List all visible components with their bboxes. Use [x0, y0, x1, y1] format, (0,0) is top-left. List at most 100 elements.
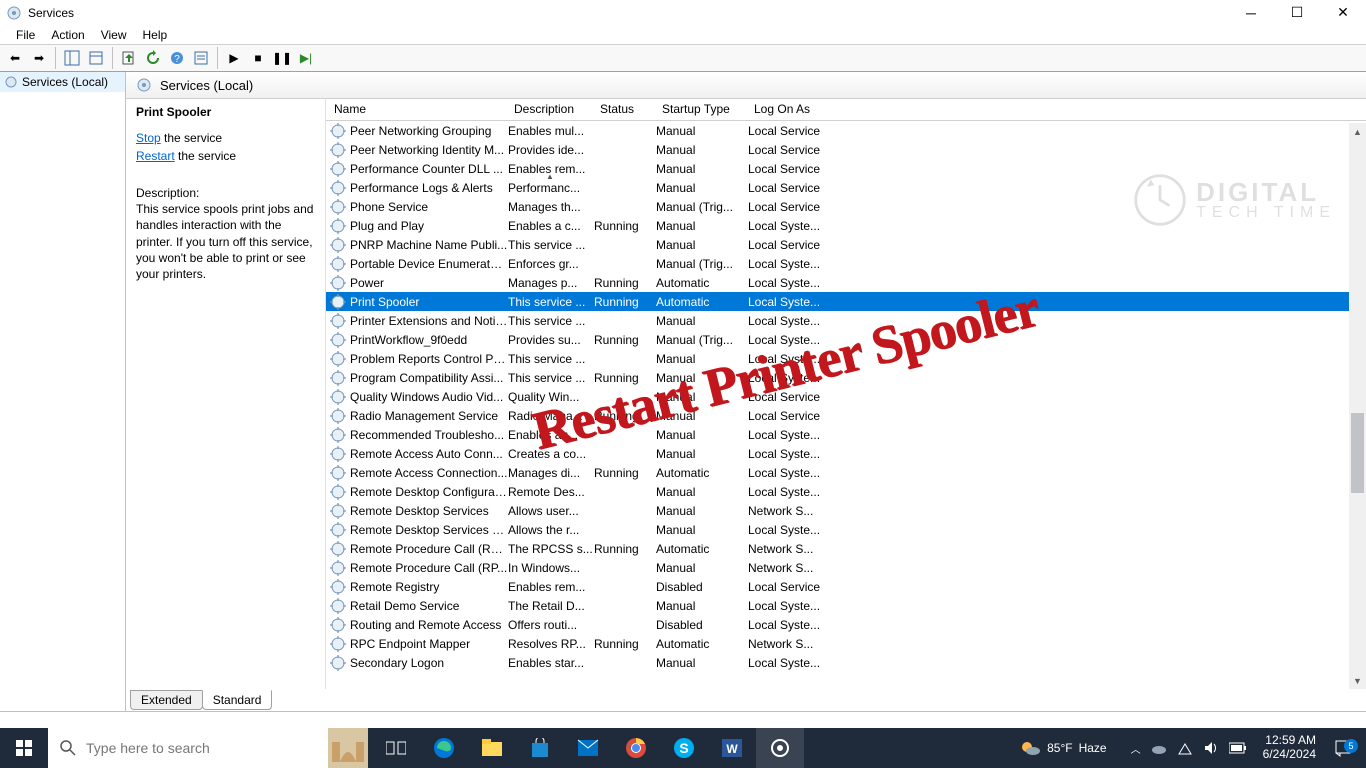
- cell-logon: Local Service: [748, 409, 823, 423]
- service-row[interactable]: Performance Logs & AlertsPerformanc...Ma…: [326, 178, 1366, 197]
- menu-action[interactable]: Action: [43, 26, 92, 44]
- skype-icon[interactable]: S: [660, 728, 708, 768]
- cell-description: This service ...: [508, 352, 594, 366]
- service-list[interactable]: Peer Networking GroupingEnables mul...Ma…: [326, 121, 1366, 689]
- service-row[interactable]: Portable Device Enumerator...Enforces gr…: [326, 254, 1366, 273]
- service-row[interactable]: Plug and PlayEnables a c...RunningManual…: [326, 216, 1366, 235]
- forward-button[interactable]: ➡: [28, 47, 50, 69]
- service-row[interactable]: Print SpoolerThis service ...RunningAuto…: [326, 292, 1366, 311]
- word-icon[interactable]: W: [708, 728, 756, 768]
- tab-extended[interactable]: Extended: [130, 690, 203, 710]
- service-row[interactable]: Quality Windows Audio Vid...Quality Win.…: [326, 387, 1366, 406]
- service-row[interactable]: Remote Desktop Services U...Allows the r…: [326, 520, 1366, 539]
- restart-service-button[interactable]: ▶|: [295, 47, 317, 69]
- menu-help[interactable]: Help: [135, 26, 176, 44]
- settings-icon[interactable]: [756, 728, 804, 768]
- clock[interactable]: 12:59 AM 6/24/2024: [1263, 734, 1316, 762]
- service-row[interactable]: Performance Counter DLL ...Enables rem..…: [326, 159, 1366, 178]
- volume-icon[interactable]: [1203, 740, 1219, 756]
- scroll-down-button[interactable]: ▼: [1349, 672, 1366, 689]
- col-name[interactable]: Name: [326, 99, 506, 120]
- service-row[interactable]: Remote RegistryEnables rem...DisabledLoc…: [326, 577, 1366, 596]
- tray-overflow-button[interactable]: ︿: [1131, 741, 1141, 756]
- service-row[interactable]: PNRP Machine Name Publi...This service .…: [326, 235, 1366, 254]
- edge-icon[interactable]: [420, 728, 468, 768]
- scroll-thumb[interactable]: [1351, 413, 1364, 493]
- cell-startup: Disabled: [656, 580, 748, 594]
- refresh-button[interactable]: [142, 47, 164, 69]
- service-row[interactable]: Printer Extensions and Notif...This serv…: [326, 311, 1366, 330]
- cell-startup: Manual (Trig...: [656, 257, 748, 271]
- show-hide-tree-button[interactable]: [61, 47, 83, 69]
- service-row[interactable]: Remote Procedure Call (RP...In Windows..…: [326, 558, 1366, 577]
- service-row[interactable]: Phone ServiceManages th...Manual (Trig..…: [326, 197, 1366, 216]
- stop-service-link[interactable]: Stop: [136, 131, 161, 145]
- service-row[interactable]: Program Compatibility Assi...This servic…: [326, 368, 1366, 387]
- col-startup-type[interactable]: Startup Type: [654, 99, 746, 120]
- col-log-on-as[interactable]: Log On As: [746, 99, 821, 120]
- gear-icon: [330, 332, 346, 348]
- export-list-button[interactable]: [118, 47, 140, 69]
- minimize-button[interactable]: ─: [1228, 0, 1274, 25]
- onedrive-icon[interactable]: [1151, 740, 1167, 756]
- service-row[interactable]: Retail Demo ServiceThe Retail D...Manual…: [326, 596, 1366, 615]
- service-row[interactable]: Recommended Troublesho...Enables au...Ma…: [326, 425, 1366, 444]
- search-highlight-thumb[interactable]: [328, 728, 368, 768]
- task-view-button[interactable]: [372, 728, 420, 768]
- service-row[interactable]: Peer Networking Identity M...Provides id…: [326, 140, 1366, 159]
- battery-icon[interactable]: [1229, 742, 1247, 754]
- cell-startup: Manual: [656, 599, 748, 613]
- svg-text:S: S: [679, 740, 688, 756]
- close-button[interactable]: ✕: [1320, 0, 1366, 25]
- menu-file[interactable]: File: [8, 26, 43, 44]
- cell-name: Program Compatibility Assi...: [350, 371, 508, 385]
- back-button[interactable]: ⬅: [4, 47, 26, 69]
- start-button[interactable]: [0, 728, 48, 768]
- service-row[interactable]: Peer Networking GroupingEnables mul...Ma…: [326, 121, 1366, 140]
- tree-root-services-local[interactable]: Services (Local): [0, 72, 125, 92]
- stop-service-button[interactable]: ■: [247, 47, 269, 69]
- service-row[interactable]: Remote Access Auto Conn...Creates a co..…: [326, 444, 1366, 463]
- cell-logon: Local Syste...: [748, 485, 823, 499]
- col-description[interactable]: Description: [506, 99, 592, 120]
- cell-startup: Manual: [656, 238, 748, 252]
- chrome-icon[interactable]: [612, 728, 660, 768]
- cell-name: PNRP Machine Name Publi...: [350, 238, 508, 252]
- service-row[interactable]: Remote Procedure Call (RPC)The RPCSS s..…: [326, 539, 1366, 558]
- service-row[interactable]: Remote Desktop ServicesAllows user...Man…: [326, 501, 1366, 520]
- service-row[interactable]: Radio Management ServiceRadio Mana...Run…: [326, 406, 1366, 425]
- service-row[interactable]: Problem Reports Control Pa...This servic…: [326, 349, 1366, 368]
- menu-view[interactable]: View: [93, 26, 135, 44]
- weather-widget[interactable]: 85°F Haze: [1019, 737, 1107, 759]
- network-icon[interactable]: [1177, 740, 1193, 756]
- pause-service-button[interactable]: ❚❚: [271, 47, 293, 69]
- scroll-up-button[interactable]: ▲: [1349, 123, 1366, 140]
- service-row[interactable]: Secondary LogonEnables star...ManualLoca…: [326, 653, 1366, 672]
- file-explorer-icon[interactable]: [468, 728, 516, 768]
- service-row[interactable]: Remote Access Connection...Manages di...…: [326, 463, 1366, 482]
- tab-standard[interactable]: Standard: [202, 690, 273, 710]
- service-row[interactable]: PowerManages p...RunningAutomaticLocal S…: [326, 273, 1366, 292]
- gear-icon: [330, 560, 346, 576]
- service-row[interactable]: Remote Desktop Configurat...Remote Des..…: [326, 482, 1366, 501]
- cell-logon: Local Syste...: [748, 523, 823, 537]
- cell-description: This service ...: [508, 314, 594, 328]
- properties-button[interactable]: [85, 47, 107, 69]
- service-row[interactable]: RPC Endpoint MapperResolves RP...Running…: [326, 634, 1366, 653]
- col-status[interactable]: Status: [592, 99, 654, 120]
- scrollbar-track[interactable]: ▲ ▼: [1349, 123, 1366, 689]
- mail-icon[interactable]: [564, 728, 612, 768]
- restart-service-link[interactable]: Restart: [136, 149, 175, 163]
- service-row[interactable]: PrintWorkflow_9f0eddProvides su...Runnin…: [326, 330, 1366, 349]
- help-button[interactable]: ?: [166, 47, 188, 69]
- cell-name: Secondary Logon: [350, 656, 508, 670]
- properties2-button[interactable]: [190, 47, 212, 69]
- store-icon[interactable]: [516, 728, 564, 768]
- service-row[interactable]: Routing and Remote AccessOffers routi...…: [326, 615, 1366, 634]
- search-box[interactable]: Type here to search: [48, 728, 328, 768]
- maximize-button[interactable]: ☐: [1274, 0, 1320, 25]
- gear-icon: [330, 389, 346, 405]
- start-service-button[interactable]: ▶: [223, 47, 245, 69]
- notifications-button[interactable]: 5: [1326, 739, 1360, 757]
- cell-description: Offers routi...: [508, 618, 594, 632]
